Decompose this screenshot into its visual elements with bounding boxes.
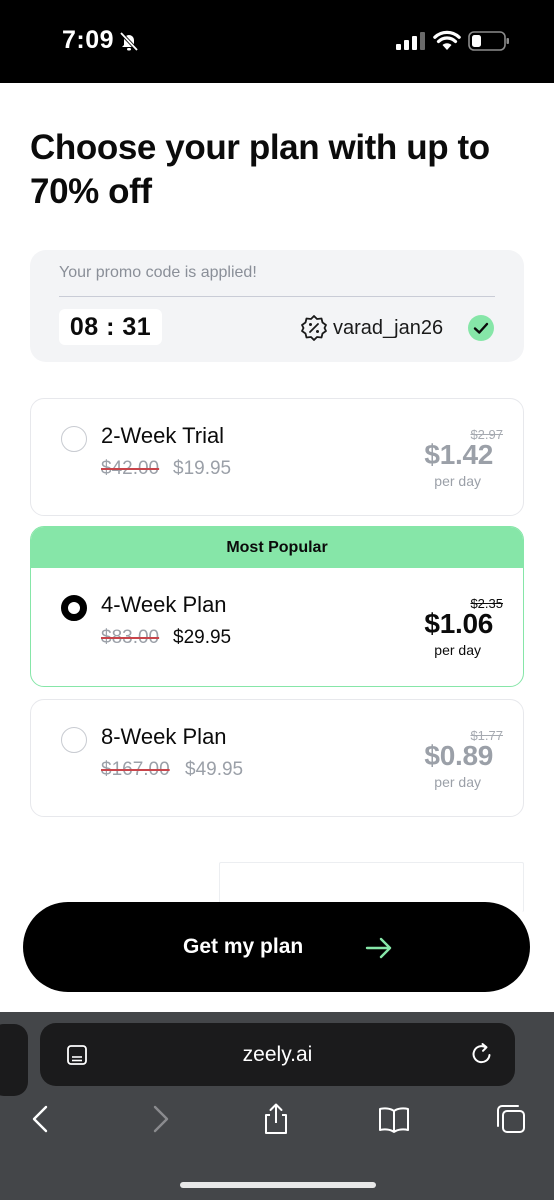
page-title: Choose your plan with up to 70% off (30, 128, 490, 211)
status-bar: 7:09 (0, 0, 554, 83)
cta-label: Get my plan (183, 935, 304, 958)
per-day-label: per day (434, 642, 481, 658)
discounted-price: $29.95 (173, 627, 232, 648)
bell-slash-icon (119, 31, 139, 52)
tabs-icon[interactable] (494, 1102, 528, 1136)
plan-option-4-week[interactable]: Most Popular 4-Week Plan $83.00 $29.95 $… (30, 526, 524, 687)
most-popular-badge: Most Popular (31, 527, 523, 568)
share-icon[interactable] (259, 1102, 293, 1136)
wifi-icon (433, 30, 461, 50)
get-my-plan-button[interactable]: Get my plan (23, 902, 530, 992)
plan-name: 8-Week Plan (101, 724, 227, 749)
discounted-price: $49.95 (185, 759, 244, 780)
per-day-label: per day (434, 473, 481, 489)
arrow-right-icon (365, 937, 392, 959)
promo-status-text: Your promo code is applied! (59, 264, 257, 281)
per-day-label: per day (434, 774, 481, 790)
countdown-timer: 08 : 31 (59, 309, 162, 345)
browser-toolbar: zeely.ai (0, 1012, 554, 1200)
cellular-signal-icon (396, 32, 425, 50)
radio-button-selected[interactable] (61, 595, 87, 621)
original-price: $167.00 (101, 759, 170, 780)
discounted-price: $19.95 (173, 458, 232, 479)
plan-name: 2-Week Trial (101, 423, 225, 448)
promo-code: varad_jan26 (333, 317, 444, 339)
radio-button[interactable] (61, 727, 87, 753)
address-bar[interactable]: zeely.ai (40, 1023, 515, 1086)
plan-option-2-week[interactable]: 2-Week Trial $42.00 $19.95 $2.97 $1.42 p… (30, 398, 524, 516)
divider (59, 296, 495, 297)
bookmarks-icon[interactable] (377, 1102, 411, 1136)
reload-icon[interactable] (469, 1041, 495, 1067)
previous-tab-preview[interactable] (0, 1024, 28, 1096)
battery-icon (468, 31, 509, 51)
original-price: $83.00 (101, 627, 160, 648)
original-price: $42.00 (101, 458, 160, 479)
daily-price: $1.06 (424, 608, 493, 639)
daily-price: $1.42 (424, 439, 493, 470)
back-icon[interactable] (24, 1102, 58, 1136)
plan-name: 4-Week Plan (101, 592, 227, 617)
home-indicator (180, 1182, 376, 1188)
forward-icon[interactable] (143, 1102, 177, 1136)
daily-price: $0.89 (424, 740, 493, 771)
url-text[interactable]: zeely.ai (40, 1043, 515, 1067)
status-time: 7:09 (62, 26, 115, 54)
promo-card: Your promo code is applied! 08 : 31 vara… (30, 250, 524, 362)
discount-badge-icon (301, 315, 327, 341)
radio-button[interactable] (61, 426, 87, 452)
plan-option-8-week[interactable]: 8-Week Plan $167.00 $49.95 $1.77 $0.89 p… (30, 699, 524, 817)
check-circle-icon (468, 315, 494, 341)
